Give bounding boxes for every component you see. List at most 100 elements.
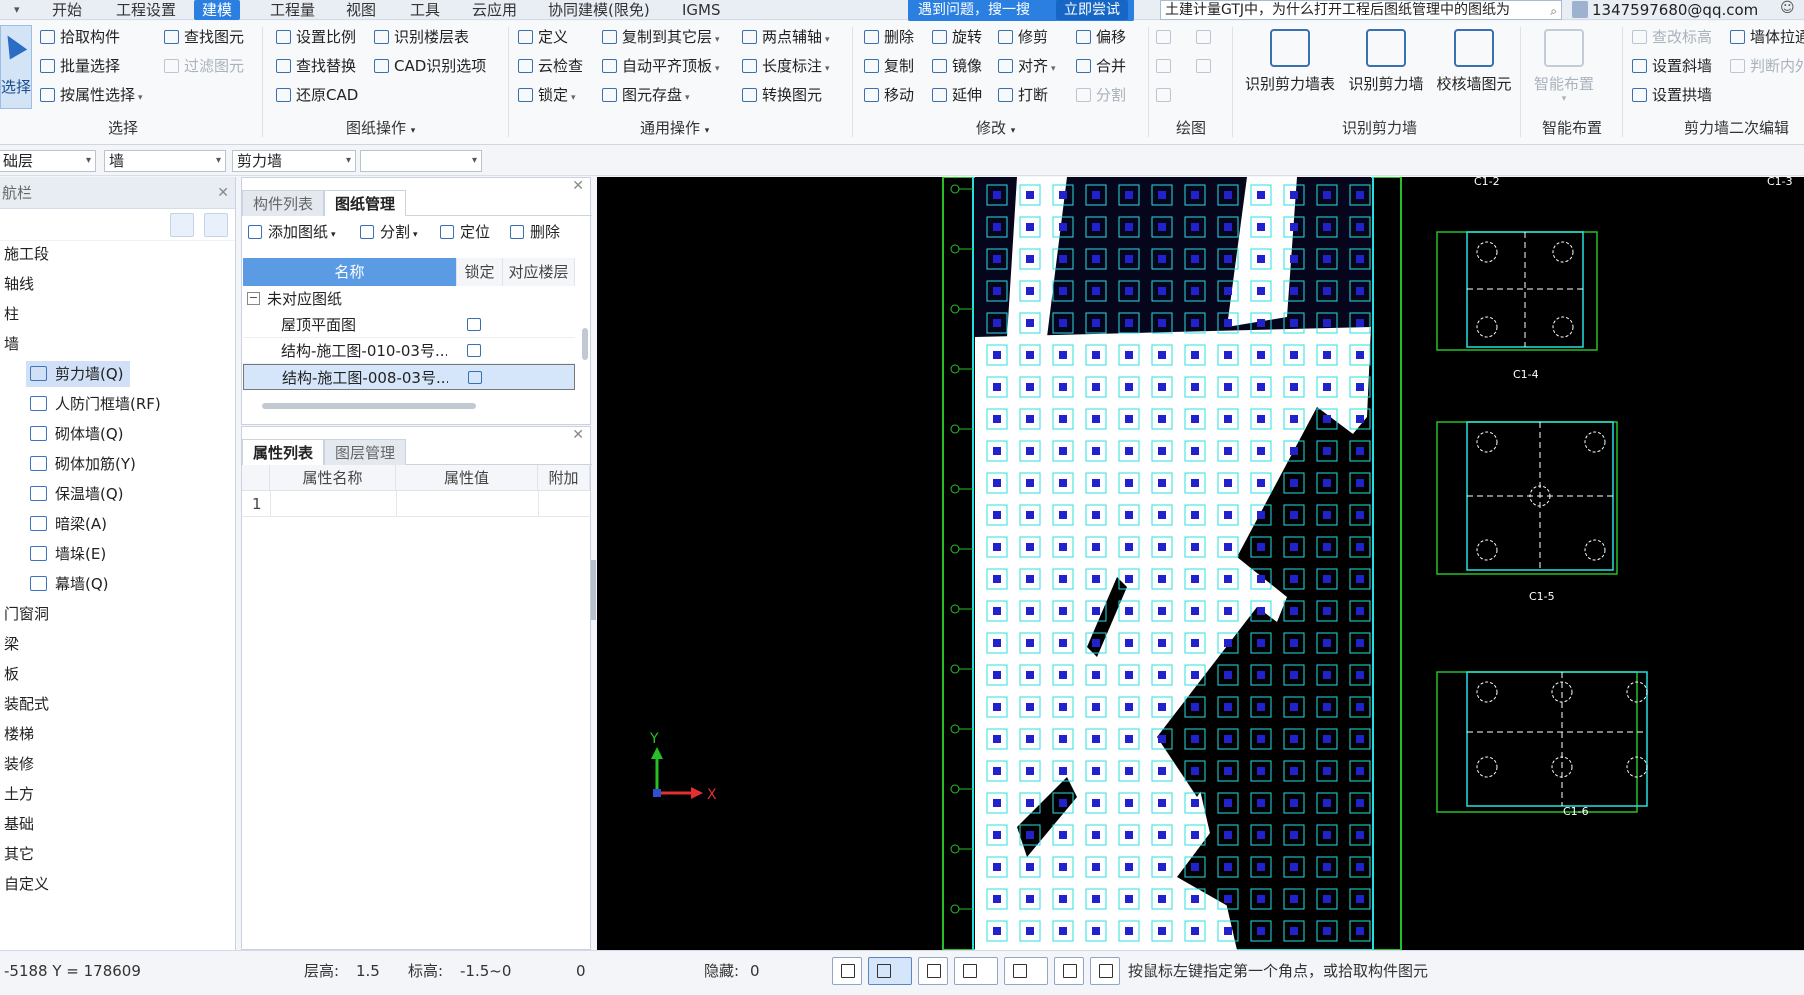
lock-icon[interactable] — [467, 318, 481, 331]
column-floor[interactable]: 对应楼层 — [503, 258, 575, 286]
list-view-icon[interactable] — [170, 213, 194, 237]
nav-item-wall-5[interactable]: 暗梁(A) — [26, 511, 113, 537]
copy-button[interactable]: 复制 — [862, 54, 914, 78]
tab-drawing-management[interactable]: 图纸管理 — [324, 190, 407, 216]
table-row[interactable]: 屋顶平面图 — [243, 312, 575, 338]
identify-shear-wall-button[interactable]: 识别剪力墙 — [1344, 25, 1428, 109]
trim-button[interactable]: 修剪 — [996, 25, 1048, 49]
column-name[interactable]: 名称 — [243, 258, 457, 286]
pick-component-button[interactable]: 拾取构件 — [38, 25, 120, 49]
settings-icon[interactable]: ☺ — [1780, 0, 1795, 16]
locate-drawing-button[interactable]: 定位 — [438, 220, 490, 244]
rotate-button[interactable]: 旋转 — [930, 25, 982, 49]
drawing-group-row[interactable]: − 未对应图纸 — [243, 286, 575, 312]
tab-property-list[interactable]: 属性列表 — [242, 439, 325, 465]
nav-item-wall-7[interactable]: 幕墙(Q) — [26, 571, 115, 597]
draw-line-button[interactable] — [1154, 54, 1172, 78]
cad-canvas[interactable]: C1-2 C1-3 C1-4 C1-5 C1-6 Y X — [597, 177, 1804, 950]
help-search-input[interactable]: 土建计量GTJ中，为什么打开工程后图纸管理中的图纸为 ⌕ — [1160, 0, 1562, 20]
draw-circle-button[interactable] — [1194, 25, 1212, 49]
quick-access-dropdown-icon[interactable]: ▾ — [14, 0, 20, 20]
column-prop-name[interactable]: 属性名称 — [270, 465, 396, 491]
group-label-general[interactable]: 通用操作 ▾ — [640, 117, 709, 139]
identify-shear-wall-table-button[interactable]: 识别剪力墙表 — [1244, 25, 1336, 109]
draw-point-button[interactable] — [1154, 25, 1172, 49]
move-button[interactable]: 移动 — [862, 83, 914, 107]
type-select[interactable]: 剪力墙 ▾ — [232, 150, 356, 172]
nav-item-bottom-8[interactable]: 其它 — [4, 841, 34, 867]
tab-layer-management[interactable]: 图层管理 — [324, 439, 407, 465]
nav-item-bottom-0[interactable]: 门窗洞 — [4, 601, 49, 627]
user-avatar-icon[interactable] — [1572, 1, 1588, 18]
nav-item-top-2[interactable]: 柱 — [4, 301, 19, 327]
detail-view-icon[interactable] — [204, 213, 228, 237]
offset-button[interactable]: 偏移 — [1074, 25, 1126, 49]
cloud-check-button[interactable]: 云检查 — [516, 54, 583, 78]
nav-item-top-0[interactable]: 施工段 — [4, 241, 49, 267]
break-button[interactable]: 打断 — [996, 83, 1048, 107]
find-element-button[interactable]: 查找图元 — [162, 25, 244, 49]
wall-extend-through-button[interactable]: 墙体拉通 — [1728, 25, 1804, 49]
angle-toggle[interactable] — [954, 957, 998, 985]
nav-item-bottom-9[interactable]: 自定义 — [4, 871, 49, 897]
set-slant-wall-button[interactable]: 设置斜墙 — [1630, 54, 1712, 78]
nav-item-wall-1[interactable]: 人防门框墙(RF) — [26, 391, 167, 417]
group-label-drawing[interactable]: 图纸操作 ▾ — [346, 117, 415, 139]
lock-icon[interactable] — [468, 371, 482, 384]
layer-toggle[interactable] — [1054, 957, 1084, 985]
split-button[interactable]: 分割 — [1074, 83, 1126, 107]
select-big-button[interactable]: 选择 — [0, 25, 32, 109]
help-try-button[interactable]: 立即尝试 — [1056, 0, 1128, 20]
menu-modeling[interactable]: 建模 — [194, 0, 241, 20]
convert-element-button[interactable]: 转换图元 — [740, 83, 822, 107]
group-label-modify[interactable]: 修改 ▾ — [976, 117, 1015, 139]
judge-inner-outer-button[interactable]: 判断内外 — [1728, 54, 1804, 78]
nav-item-bottom-3[interactable]: 装配式 — [4, 691, 49, 717]
element-select[interactable]: ▾ — [360, 150, 482, 172]
nav-item-wall-2[interactable]: 砌体墙(Q) — [26, 421, 130, 447]
delete-button[interactable]: 删除 — [862, 25, 914, 49]
menu-quantities[interactable]: 工程量 — [262, 0, 323, 20]
two-point-axis-button[interactable]: 两点辅轴 ▾ — [740, 25, 830, 49]
search-icon[interactable]: ⌕ — [1550, 2, 1557, 19]
collapse-icon[interactable]: − — [247, 292, 260, 305]
nav-item-wall-6[interactable]: 墙垛(E) — [26, 541, 112, 567]
nav-item-wall-3[interactable]: 砌体加筋(Y) — [26, 451, 142, 477]
column-prop-value[interactable]: 属性值 — [396, 465, 538, 491]
filter-element-button[interactable]: 过滤图元 — [162, 54, 244, 78]
dynamic-input-toggle[interactable] — [1090, 957, 1120, 985]
align-button[interactable]: 对齐 ▾ — [996, 54, 1056, 78]
nav-item-bottom-5[interactable]: 装修 — [4, 751, 34, 777]
menu-tools[interactable]: 工具 — [402, 0, 448, 20]
orthogonal-toggle[interactable] — [832, 957, 862, 985]
menu-igms[interactable]: IGMS — [674, 0, 729, 20]
edit-elevation-button[interactable]: 查改标高 — [1630, 25, 1712, 49]
mirror-button[interactable]: 镜像 — [930, 54, 982, 78]
copy-to-other-floor-button[interactable]: 复制到其它层 ▾ — [600, 25, 720, 49]
panel-splitter[interactable] — [591, 560, 596, 620]
check-wall-element-button[interactable]: 校核墙图元 — [1434, 25, 1514, 109]
menu-project-settings[interactable]: 工程设置 — [108, 0, 184, 20]
floor-select[interactable]: 础层 ▾ — [0, 150, 96, 172]
menu-collab[interactable]: 协同建模(限免) — [540, 0, 658, 20]
delete-drawing-button[interactable]: 删除 — [508, 220, 560, 244]
draw-arc-button[interactable] — [1154, 83, 1172, 107]
column-extra[interactable]: 附加 — [538, 465, 590, 491]
nav-item-bottom-1[interactable]: 梁 — [4, 631, 19, 657]
menu-cloud[interactable]: 云应用 — [464, 0, 525, 20]
lock-button[interactable]: 锁定 ▾ — [516, 83, 576, 107]
select-by-attribute-button[interactable]: 按属性选择 ▾ — [38, 83, 143, 107]
identify-floor-table-button[interactable]: 识别楼层表 — [372, 25, 469, 49]
split-drawing-button[interactable]: 分割 ▾ — [358, 220, 418, 244]
nav-item-bottom-4[interactable]: 楼梯 — [4, 721, 34, 747]
menu-start[interactable]: 开始 — [44, 0, 90, 20]
length-dimension-button[interactable]: 长度标注 ▾ — [740, 54, 830, 78]
merge-button[interactable]: 合并 — [1074, 54, 1126, 78]
cross-select-toggle[interactable] — [918, 957, 948, 985]
restore-cad-button[interactable]: 还原CAD — [274, 83, 358, 107]
snap-toggle[interactable] — [1004, 957, 1048, 985]
set-scale-button[interactable]: 设置比例 — [274, 25, 356, 49]
extend-button[interactable]: 延伸 — [930, 83, 982, 107]
cad-drawing[interactable]: C1-2 C1-3 C1-4 C1-5 C1-6 Y X — [597, 177, 1804, 950]
table-row[interactable]: 1 — [242, 491, 590, 517]
